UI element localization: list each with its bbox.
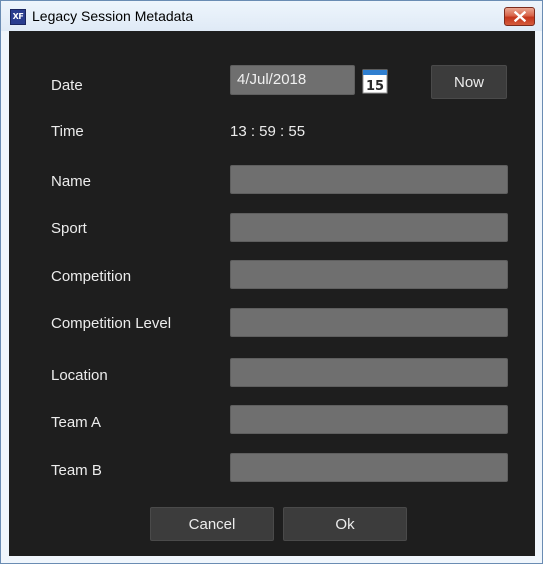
title-bar[interactable]: XF Legacy Session Metadata <box>1 1 542 31</box>
sport-label: Sport <box>51 220 87 237</box>
legacy-session-metadata-dialog: XF Legacy Session Metadata Date 4/Jul/20… <box>0 0 543 564</box>
close-icon <box>514 11 526 22</box>
ok-button[interactable]: Ok <box>283 507 407 541</box>
competition-level-label: Competition Level <box>51 315 172 332</box>
date-field[interactable]: 4/Jul/2018 <box>230 65 355 95</box>
close-button[interactable] <box>504 7 535 26</box>
competition-label: Competition <box>51 268 132 285</box>
form-panel: Date 4/Jul/2018 15 Now Time 13 : 59 : 55… <box>9 31 535 556</box>
team-b-input[interactable] <box>230 453 508 482</box>
location-label: Location <box>51 367 108 384</box>
sport-input[interactable] <box>230 213 508 242</box>
window-title: Legacy Session Metadata <box>32 8 194 24</box>
cancel-button[interactable]: Cancel <box>150 507 274 541</box>
calendar-icon[interactable]: 15 <box>361 67 389 95</box>
name-label: Name <box>51 173 92 190</box>
date-label: Date <box>51 77 83 94</box>
calendar-day-text: 15 <box>366 79 384 94</box>
competition-level-input[interactable] <box>230 308 508 337</box>
name-input[interactable] <box>230 165 508 194</box>
time-value[interactable]: 13 : 59 : 55 <box>230 123 305 140</box>
location-input[interactable] <box>230 358 508 387</box>
app-icon: XF <box>10 9 26 25</box>
team-b-label: Team B <box>51 462 102 479</box>
competition-input[interactable] <box>230 260 508 289</box>
time-label: Time <box>51 123 84 140</box>
now-button[interactable]: Now <box>431 65 507 99</box>
team-a-input[interactable] <box>230 405 508 434</box>
team-a-label: Team A <box>51 414 102 431</box>
